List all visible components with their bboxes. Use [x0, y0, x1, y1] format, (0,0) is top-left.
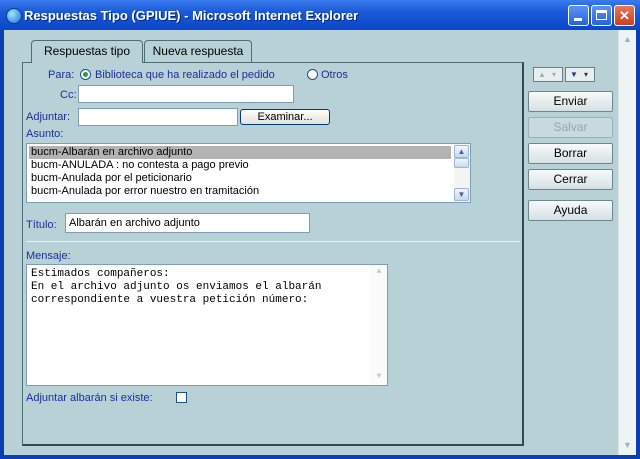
scroll-up-icon[interactable]: ▲	[454, 145, 469, 158]
minimize-icon	[574, 18, 582, 21]
asunto-list-item[interactable]: bucm-Anulada por error nuestro en tramit…	[29, 185, 451, 198]
asunto-label: Asunto:	[26, 128, 64, 140]
divider	[26, 241, 520, 242]
asunto-listbox[interactable]: bucm-Albarán en archivo adjunto bucm-ANU…	[26, 143, 471, 203]
page-scrollbar[interactable]: ▲ ▼	[618, 30, 636, 455]
mensaje-scrollbar[interactable]: ▲ ▼	[371, 265, 387, 385]
asunto-scrollbar[interactable]: ▲ ▼	[454, 144, 470, 202]
mensaje-textarea[interactable]: Estimados compañeros: En el archivo adju…	[26, 264, 388, 386]
tab-respuestas-tipo[interactable]: Respuestas tipo	[31, 40, 143, 63]
radio-otros[interactable]	[307, 69, 318, 80]
page-content: Respuestas tipo Nueva respuesta Para: Bi…	[4, 30, 636, 455]
salvar-button[interactable]: Salvar	[528, 117, 613, 138]
borrar-button[interactable]: Borrar	[528, 143, 613, 164]
scroll-up-icon[interactable]: ▲	[371, 265, 387, 279]
close-icon: ✕	[619, 8, 630, 23]
asunto-list-item[interactable]: bucm-Albarán en archivo adjunto	[29, 146, 451, 159]
mensaje-line: En el archivo adjunto os enviamos el alb…	[31, 281, 322, 293]
window-title: Respuestas Tipo (GPIUE) - Microsoft Inte…	[24, 8, 359, 23]
mensaje-line: Estimados compañeros:	[31, 268, 170, 280]
browser-window: Respuestas Tipo (GPIUE) - Microsoft Inte…	[0, 0, 640, 459]
close-button[interactable]: ✕	[614, 5, 635, 26]
adjuntar-file-input[interactable]	[78, 108, 238, 126]
minimize-button[interactable]	[568, 5, 589, 26]
move-down-button[interactable]: ▼ ▾	[565, 67, 595, 82]
chevron-down-icon: ▾	[552, 70, 557, 79]
maximize-icon	[596, 10, 607, 20]
radio-otros-label: Otros	[321, 69, 348, 81]
adjuntar-label: Adjuntar:	[26, 111, 71, 123]
scroll-up-icon[interactable]: ▲	[620, 32, 635, 47]
radio-biblioteca-label: Biblioteca que ha realizado el pedido	[95, 69, 275, 81]
chevron-down-icon: ▾	[584, 70, 589, 79]
tab-nueva-respuesta[interactable]: Nueva respuesta	[144, 40, 252, 62]
arrow-up-icon: ▲	[538, 70, 546, 79]
adjuntar-albaran-label: Adjuntar albarán si existe:	[26, 392, 153, 404]
cerrar-button[interactable]: Cerrar	[528, 169, 613, 190]
internet-explorer-icon	[6, 8, 22, 24]
titulo-label: Título:	[26, 219, 57, 231]
para-label: Para:	[48, 69, 75, 81]
ayuda-button[interactable]: Ayuda	[528, 200, 613, 221]
mensaje-label: Mensaje:	[26, 250, 71, 262]
move-up-button[interactable]: ▲ ▾	[533, 67, 563, 82]
asunto-list-item[interactable]: bucm-Anulada por el peticionario	[29, 172, 451, 185]
scroll-thumb[interactable]	[454, 158, 469, 168]
maximize-button[interactable]	[591, 5, 612, 26]
radio-biblioteca[interactable]	[80, 69, 91, 80]
titulo-input[interactable]: Albarán en archivo adjunto	[65, 213, 310, 233]
enviar-button[interactable]: Enviar	[528, 91, 613, 112]
examinar-button[interactable]: Examinar...	[240, 109, 330, 125]
scroll-down-icon[interactable]: ▼	[620, 438, 635, 453]
scroll-down-icon[interactable]: ▼	[371, 370, 387, 384]
mensaje-line: correspondiente a vuestra petición númer…	[31, 294, 309, 306]
cc-input[interactable]	[78, 85, 294, 103]
title-bar: Respuestas Tipo (GPIUE) - Microsoft Inte…	[0, 0, 640, 30]
adjuntar-albaran-checkbox[interactable]	[176, 392, 187, 403]
arrow-down-icon: ▼	[570, 70, 578, 79]
asunto-list-item[interactable]: bucm-ANULADA : no contesta a pago previo	[29, 159, 451, 172]
scroll-down-icon[interactable]: ▼	[454, 188, 469, 201]
cc-label: Cc:	[60, 89, 77, 101]
